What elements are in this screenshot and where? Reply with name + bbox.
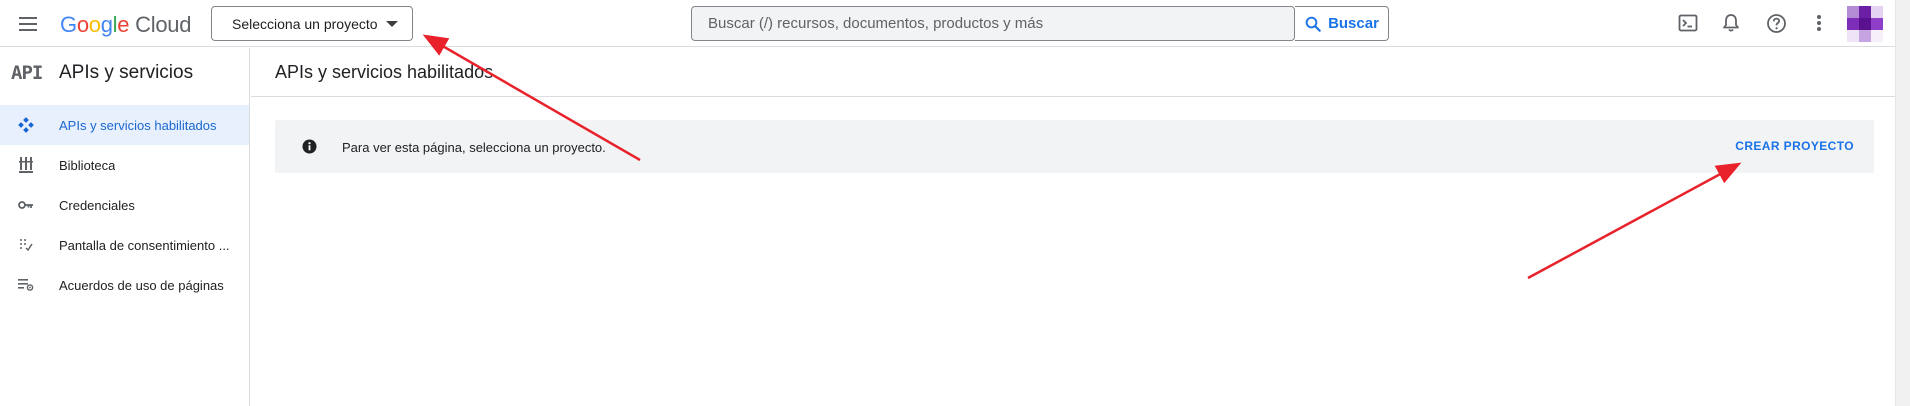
annotation-arrows <box>422 34 1742 280</box>
sidebar-item-consent-screen[interactable]: Pantalla de consentimiento ... <box>0 225 249 265</box>
search-button[interactable]: Buscar <box>1295 6 1389 41</box>
search-box <box>691 6 1295 41</box>
sidebar-item-label: Acuerdos de uso de páginas <box>59 277 224 293</box>
consent-icon <box>18 237 34 253</box>
library-icon <box>18 157 34 173</box>
sidebar-item-label: Credenciales <box>59 197 135 213</box>
logo-letter: g <box>100 12 113 37</box>
sidebar-item-label: APIs y servicios habilitados <box>59 117 217 133</box>
sidebar-item-credentials[interactable]: Credenciales <box>0 185 249 225</box>
logo-letter: e <box>117 12 130 37</box>
sidebar-header: API APIs y servicios <box>0 48 250 96</box>
info-icon <box>302 139 317 154</box>
sidebar-item-label: Pantalla de consentimiento ... <box>59 237 230 253</box>
help-icon[interactable] <box>1764 11 1788 35</box>
api-diamond-icon <box>18 117 34 133</box>
top-bar: Google Cloud Selecciona un proyecto Busca… <box>0 0 1895 47</box>
banner-message: Para ver esta página, selecciona un proy… <box>342 140 606 155</box>
hamburger-menu-icon[interactable] <box>16 12 40 36</box>
search-input[interactable] <box>692 15 1294 32</box>
terminal-icon[interactable] <box>1676 11 1700 35</box>
sidebar-item-enabled-apis[interactable]: APIs y servicios habilitados <box>0 105 249 145</box>
create-project-button[interactable]: CREAR PROYECTO <box>1735 139 1854 153</box>
page-usage-icon <box>18 277 34 293</box>
scrollbar[interactable] <box>1895 0 1910 406</box>
project-selector-label: Selecciona un proyecto <box>232 15 378 32</box>
logo-cloud-word: Cloud <box>135 12 192 37</box>
sidebar-item-label: Biblioteca <box>59 157 116 173</box>
sidebar: API APIs y servicios APIs y servicios ha… <box>0 48 250 406</box>
select-project-banner: Para ver esta página, selecciona un proy… <box>275 120 1874 173</box>
avatar[interactable] <box>1847 6 1883 42</box>
project-selector-button[interactable]: Selecciona un proyecto <box>211 6 413 41</box>
search-button-label: Buscar <box>1328 15 1379 32</box>
search-icon <box>1305 16 1321 32</box>
more-vert-icon[interactable] <box>1807 11 1831 35</box>
api-logo-icon: API <box>11 62 43 84</box>
sidebar-item-library[interactable]: Biblioteca <box>0 145 249 185</box>
logo-letter: G <box>60 12 77 37</box>
logo-letter: o <box>76 12 89 37</box>
logo-letter: o <box>88 12 101 37</box>
annotation-arrow-to-create-project <box>1527 162 1742 280</box>
key-icon <box>18 197 34 213</box>
divider <box>251 96 1895 97</box>
google-cloud-logo[interactable]: Google Cloud <box>60 12 191 38</box>
sidebar-item-page-usage-agreements[interactable]: Acuerdos de uso de páginas <box>0 265 249 305</box>
caret-down-icon <box>386 21 398 27</box>
page-title: APIs y servicios habilitados <box>275 62 494 82</box>
sidebar-title: APIs y servicios <box>59 62 194 83</box>
bell-icon[interactable] <box>1719 11 1743 35</box>
